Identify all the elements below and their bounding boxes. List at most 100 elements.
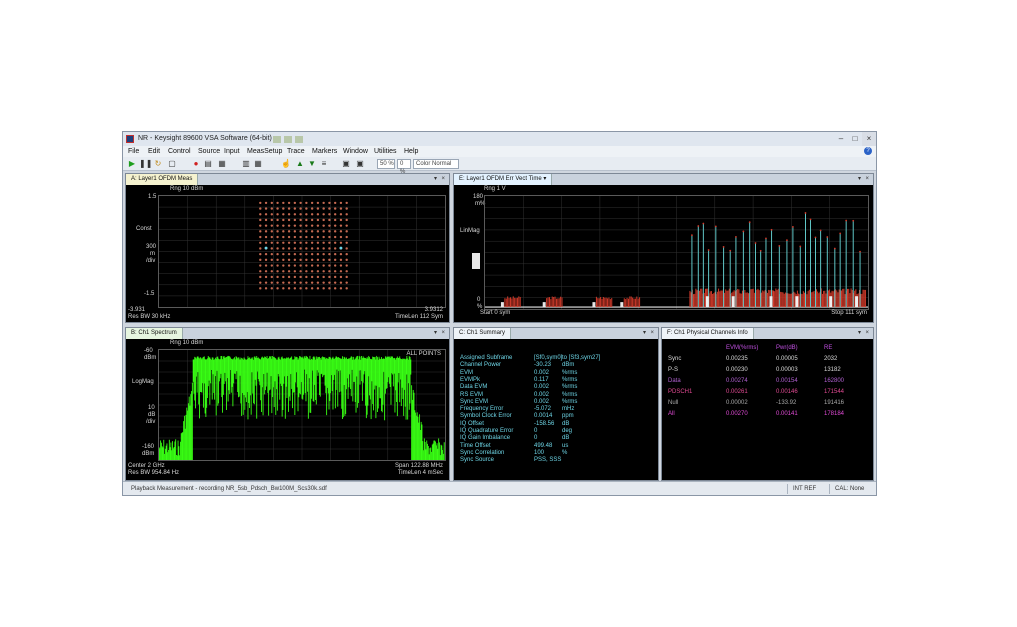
pane-e-close-icon[interactable]: × (865, 174, 869, 185)
pane-f-close-icon[interactable]: × (865, 328, 869, 339)
pane-e-minimize-icon[interactable]: ▾ (858, 174, 861, 185)
constellation-point (305, 287, 308, 290)
constellation-point (305, 201, 308, 205)
pane-a-minimize-icon[interactable]: ▾ (434, 174, 437, 185)
display-icon[interactable]: ▣ (341, 159, 351, 169)
zoom-field-2[interactable]: 0 % (397, 159, 411, 175)
menu-control[interactable]: Control (168, 146, 191, 157)
summary-row-value: 0.002 (534, 391, 550, 398)
constellation-point (339, 241, 343, 244)
tile-icon[interactable]: ▦ (253, 159, 263, 169)
pane-b-title[interactable]: B: Ch1 Spectrum (126, 328, 183, 339)
pane-a-close-icon[interactable]: × (441, 174, 445, 185)
constellation-point (310, 230, 314, 233)
pane-b-y-bottom: -160 (142, 444, 155, 450)
constellation-point (316, 247, 320, 250)
pane-b-close-icon[interactable]: × (441, 328, 445, 339)
constellation-plot (158, 195, 446, 308)
constellation-point (270, 207, 274, 210)
constellation-point (333, 201, 337, 205)
pane-f-title[interactable]: F: Ch1 Physical Channels Info (662, 328, 754, 339)
phys-row-pwr: 0.00005 (776, 356, 798, 362)
constellation-point (305, 281, 308, 284)
menu-help[interactable]: Help (404, 146, 418, 157)
pane-f-minimize-icon[interactable]: ▾ (858, 328, 861, 339)
constellation-point (259, 252, 262, 256)
summary-row-value: [Sf0,sym0] (534, 355, 563, 361)
recording-icon[interactable]: ▤ (203, 159, 213, 169)
phys-row-name: Sync (668, 356, 682, 362)
evm-pilot-peak (765, 237, 767, 240)
constellation-point (282, 270, 285, 273)
menu-trace[interactable]: Trace (287, 146, 305, 157)
constellation-point (339, 252, 343, 256)
constellation-point (293, 207, 297, 210)
maximize-button[interactable]: □ (848, 132, 862, 146)
constellation-point (339, 207, 343, 210)
constellation-point (293, 247, 297, 250)
quick-undo-icon[interactable] (284, 136, 292, 143)
quick-save-icon[interactable] (273, 136, 281, 143)
menu-input[interactable]: Input (224, 146, 240, 157)
pane-e-title[interactable]: E: Layer1 OFDM Err Vect Time ▾ (454, 174, 553, 185)
constellation-point (316, 275, 320, 279)
marker-peak-icon[interactable]: ▲ (295, 159, 305, 169)
color-mode-select[interactable]: Color Normal (413, 159, 459, 169)
constellation-point (287, 264, 291, 267)
summary-row-unit: ppm (562, 413, 574, 420)
zoom-field-1[interactable]: 50 % (377, 159, 395, 169)
close-button[interactable]: × (862, 132, 876, 146)
pane-a-title[interactable]: A: Layer1 OFDM Meas (126, 174, 199, 185)
menu-meassetup[interactable]: MeasSetup (247, 146, 282, 157)
constellation-point (299, 247, 302, 250)
marker-list-icon[interactable]: ≡ (319, 159, 329, 169)
constellation-point (316, 258, 320, 262)
constellation-point (270, 275, 274, 279)
menu-source[interactable]: Source (198, 146, 220, 157)
layout-icon[interactable]: ▥ (241, 159, 251, 169)
marker-down-icon[interactable]: ▼ (307, 159, 317, 169)
evm-symbol-marker (542, 302, 546, 308)
constellation-point (299, 275, 302, 279)
pause-icon[interactable]: ❚❚ (139, 159, 152, 169)
pane-c-tab[interactable]: C: Ch1 Summary ▾ × (454, 328, 658, 339)
play-icon[interactable]: ▶ (127, 159, 137, 169)
constellation-point (322, 241, 325, 244)
minimize-button[interactable]: – (834, 132, 848, 146)
pane-f-tab[interactable]: F: Ch1 Physical Channels Info ▾ × (662, 328, 873, 339)
pane-c-close-icon[interactable]: × (650, 328, 654, 339)
quick-access-toolbar (273, 135, 333, 143)
summary-row-unit: %rms (562, 376, 578, 383)
constellation-point (270, 213, 274, 216)
help-icon[interactable]: ? (864, 147, 872, 155)
grid-icon[interactable]: ▦ (217, 159, 227, 169)
menu-window[interactable]: Window (343, 146, 368, 157)
constellation-point (322, 235, 325, 239)
pane-a-tab[interactable]: A: Layer1 OFDM Meas ▾ × (126, 174, 449, 185)
restart-icon[interactable]: ↻ (153, 159, 163, 169)
display-2-icon[interactable]: ▣ (355, 159, 365, 169)
menu-markers[interactable]: Markers (312, 146, 337, 157)
menu-utilities[interactable]: Utilities (374, 146, 397, 157)
summary-row-label: Data EVM (460, 384, 488, 391)
phys-row-name: P-S (668, 367, 679, 373)
single-icon[interactable]: ▢ (167, 159, 177, 169)
phys-row-pwr: 0.00146 (776, 389, 798, 395)
pane-e-tab[interactable]: E: Layer1 OFDM Err Vect Time ▾ ▾ × (454, 174, 873, 185)
constellation-point (328, 270, 331, 273)
pane-b-tab[interactable]: B: Ch1 Spectrum ▾ × (126, 328, 449, 339)
summary-row-label: Time Offset (460, 442, 491, 449)
quick-redo-icon[interactable] (295, 136, 303, 143)
pane-e-dropdown-icon[interactable]: ▾ (543, 176, 546, 182)
pane-c-title[interactable]: C: Ch1 Summary (454, 328, 512, 339)
menu-edit[interactable]: Edit (148, 146, 160, 157)
pane-c-minimize-icon[interactable]: ▾ (643, 328, 646, 339)
constellation-point (316, 207, 320, 210)
record-icon[interactable]: ● (191, 159, 201, 169)
pane-b-minimize-icon[interactable]: ▾ (434, 328, 437, 339)
pane-a-y-div1: 300 (146, 244, 157, 250)
menu-file[interactable]: File (128, 146, 139, 157)
evm-pilot-peak (852, 219, 855, 222)
pointer-icon[interactable]: ☝ (281, 159, 291, 169)
constellation-point (345, 224, 348, 227)
